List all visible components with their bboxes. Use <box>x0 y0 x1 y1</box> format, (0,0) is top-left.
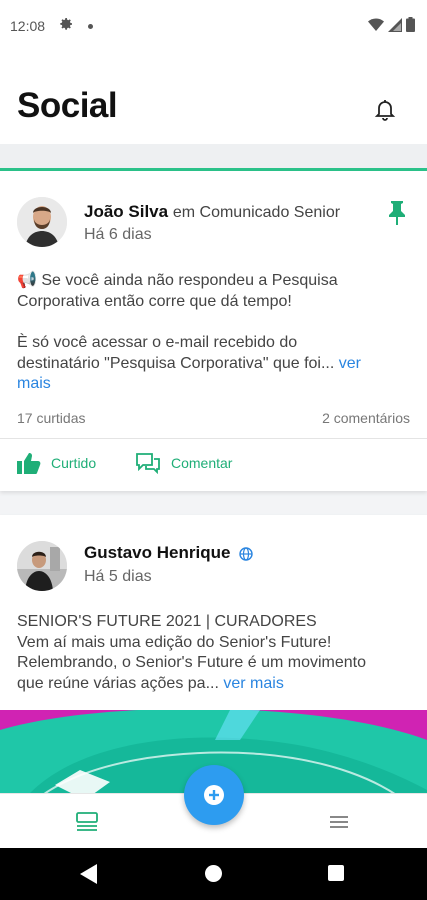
post-time: Há 6 dias <box>84 226 152 243</box>
post-text-line: 📢 Se você ainda não respondeu a Pesquisa <box>17 272 338 289</box>
post-stats: 17 curtidas 2 comentários <box>17 410 410 426</box>
pin-icon <box>389 201 405 225</box>
post-text-line: destinatário "Pesquisa Corporativa" que … <box>17 354 412 375</box>
home-icon[interactable] <box>205 865 222 882</box>
recent-apps-icon[interactable] <box>328 865 344 881</box>
post-text-line: Corporativa então corre que dá tempo! <box>17 292 292 310</box>
system-navigation-bar <box>0 848 427 900</box>
new-post-button[interactable] <box>184 765 244 825</box>
like-button[interactable]: Curtido <box>17 452 96 474</box>
post-text-line: Relembrando, o Senior's Future é um movi… <box>17 654 366 671</box>
card-divider <box>0 438 427 439</box>
status-bar: 12:08 <box>0 0 427 56</box>
bell-icon[interactable] <box>373 97 397 121</box>
header-divider <box>0 144 427 170</box>
see-more-link[interactable]: ver <box>339 355 361 372</box>
thumbs-up-icon <box>17 453 41 474</box>
back-icon[interactable] <box>80 864 98 884</box>
comments-count[interactable]: 2 comentários <box>322 410 410 426</box>
post-card[interactable]: Gustavo Henrique Há 5 dias SENIOR'S FUTU… <box>0 515 427 715</box>
see-more-link[interactable]: ver mais <box>223 675 283 692</box>
post-body: 📢 Se você ainda não respondeu a Pesquisa… <box>17 271 412 395</box>
avatar[interactable] <box>17 197 67 247</box>
comment-icon <box>136 453 160 474</box>
status-time: 12:08 <box>10 18 46 34</box>
battery-icon <box>406 17 415 32</box>
feed-icon[interactable] <box>75 810 99 834</box>
post-context[interactable]: em Comunicado Senior <box>173 204 340 221</box>
post-body: SENIOR'S FUTURE 2021 | CURADORES Vem aí … <box>17 612 412 694</box>
post-card[interactable]: João Silva em Comunicado Senior Há 6 dia… <box>0 171 427 491</box>
status-icons <box>368 17 415 32</box>
plus-icon <box>204 785 224 805</box>
like-label: Curtido <box>51 455 97 471</box>
post-text-line: destinatário "Pesquisa Corporativa" que … <box>17 354 335 372</box>
post-time: Há 5 dias <box>84 568 152 585</box>
avatar[interactable] <box>17 541 67 591</box>
post-author-line: João Silva em Comunicado Senior <box>84 202 340 222</box>
author-name[interactable]: João Silva <box>84 202 168 221</box>
notification-dot <box>88 24 93 29</box>
post-text-line: Vem aí mais uma edição do Senior's Futur… <box>17 633 332 651</box>
app-header: Social <box>0 56 427 144</box>
comment-label: Comentar <box>171 455 233 471</box>
gear-icon <box>60 18 72 30</box>
see-more-link[interactable]: mais <box>17 374 412 395</box>
wifi-icon <box>368 18 384 31</box>
likes-count[interactable]: 17 curtidas <box>17 410 85 426</box>
post-author-line: Gustavo Henrique <box>84 543 253 563</box>
comment-button[interactable]: Comentar <box>135 452 232 474</box>
globe-icon <box>239 546 253 561</box>
post-text-line: È só você acessar o e-mail recebido do <box>17 333 412 354</box>
menu-icon[interactable] <box>328 812 350 832</box>
post-text-line: que reúne várias ações pa... ver mais <box>17 674 412 695</box>
avatar-image <box>17 197 67 247</box>
post-text-line: È só você acessar o e-mail recebido do <box>17 334 298 351</box>
post-text-line: que reúne várias ações pa... <box>17 674 219 692</box>
author-name[interactable]: Gustavo Henrique <box>84 543 230 562</box>
post-text-line: SENIOR'S FUTURE 2021 | CURADORES <box>17 613 317 630</box>
signal-icon <box>388 17 402 32</box>
avatar-image <box>17 541 67 591</box>
page-title: Social <box>17 86 118 125</box>
